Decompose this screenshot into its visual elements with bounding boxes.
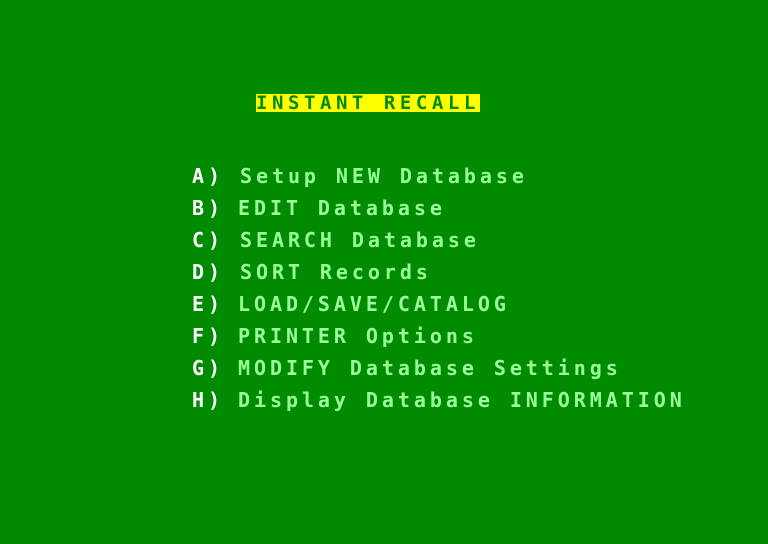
menu-item-setup-new-database[interactable]: A) Setup NEW Database bbox=[128, 140, 528, 188]
menu-label: Display Database INFORMATION bbox=[237, 388, 686, 412]
menu-item-printer-options[interactable]: F) PRINTER Options bbox=[128, 300, 478, 348]
menu-item-edit-database[interactable]: B) EDIT Database bbox=[128, 172, 446, 220]
menu-item-modify-database-settings[interactable]: G) MODIFY Database Settings bbox=[128, 332, 622, 380]
menu-item-load-save-catalog[interactable]: E) LOAD/SAVE/CATALOG bbox=[128, 268, 510, 316]
menu-item-search-database[interactable]: C) SEARCH Database bbox=[128, 204, 480, 252]
menu-key: H) bbox=[191, 388, 224, 412]
menu-item-display-database-information[interactable]: H) Display Database INFORMATION bbox=[128, 364, 686, 412]
menu-item-sort-records[interactable]: D) SORT Records bbox=[128, 236, 432, 284]
app-title: INSTANT RECALL bbox=[256, 92, 480, 114]
